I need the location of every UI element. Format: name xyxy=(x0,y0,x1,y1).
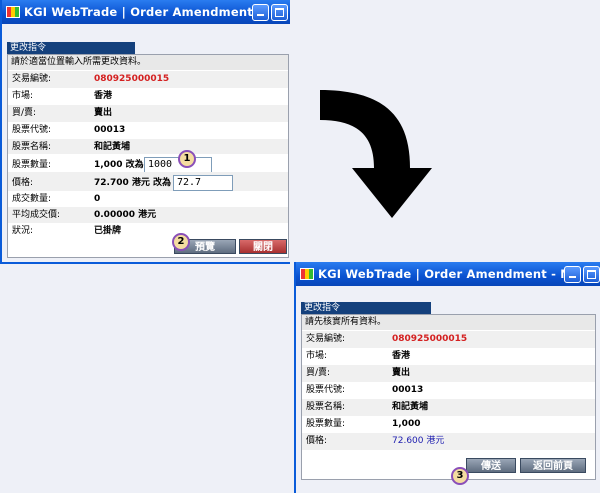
value-stock-code: 00013 xyxy=(392,385,424,395)
row-buy-sell: 買/賣: 賣出 xyxy=(8,105,288,122)
value-status: 已掛牌 xyxy=(94,226,122,236)
label-order-number: 交易編號: xyxy=(12,74,52,84)
price-input[interactable]: 72.7 xyxy=(173,175,233,191)
value-price: 72.700 xyxy=(94,178,129,188)
value-order-number: 080925000015 xyxy=(94,74,170,84)
row-market: 市場: 香港 xyxy=(302,348,595,365)
label-order-number: 交易編號: xyxy=(306,334,346,344)
app-icon xyxy=(6,6,20,18)
label-status: 狀況: xyxy=(12,226,34,236)
label-filled-quantity: 成交數量: xyxy=(12,194,52,204)
row-quantity: 股票數量: 1,000 xyxy=(302,416,595,433)
value-order-number: 080925000015 xyxy=(392,334,468,344)
value-stock-name: 和記黃埔 xyxy=(392,402,429,412)
row-stock-name: 股票名稱: 和記黃埔 xyxy=(302,399,595,416)
value-average-price: 0.00000 港元 xyxy=(94,210,157,220)
label-market: 市場: xyxy=(12,91,34,101)
change-to-label: 改為 xyxy=(125,160,144,170)
value-market: 香港 xyxy=(94,91,113,101)
label-stock-code: 股票代號: xyxy=(12,125,52,135)
step-marker-2: 2 xyxy=(172,233,190,251)
currency-change-to-label: 港元 改為 xyxy=(131,178,172,188)
minimize-icon[interactable] xyxy=(564,265,581,283)
label-quantity: 股票數量: xyxy=(306,419,346,429)
value-quantity: 1,000 xyxy=(392,419,421,429)
row-order-number: 交易編號: 080925000015 xyxy=(302,331,595,348)
order-amendment-window-before: KGI WebTrade | Order Amendment - Micros.… xyxy=(0,0,290,264)
window-title: KGI WebTrade | Order Amendment - Micros.… xyxy=(24,5,252,19)
order-form-panel: 請於適當位置輸入所需更改資料。 交易編號: 080925000015 市場: 香… xyxy=(7,54,289,258)
row-stock-code: 股票代號: 00013 xyxy=(302,382,595,399)
maximize-icon[interactable] xyxy=(583,265,600,283)
label-market: 市場: xyxy=(306,351,328,361)
instruction-text: 請先核實所有資料。 xyxy=(302,315,595,330)
row-stock-code: 股票代號: 00013 xyxy=(8,122,288,139)
row-price: 價格: 72.600 港元 xyxy=(302,433,595,450)
value-price: 72.600 港元 xyxy=(392,436,445,446)
label-price: 價格: xyxy=(306,436,328,446)
minimize-icon[interactable] xyxy=(252,3,269,21)
section-heading: 更改指令 xyxy=(7,42,135,54)
step-marker-1: 1 xyxy=(178,150,196,168)
confirm-panel: 請先核實所有資料。 交易編號: 080925000015 市場: 香港 買/賣:… xyxy=(301,314,596,480)
window-title: KGI WebTrade | Order Amendment - Micros.… xyxy=(318,267,564,281)
row-buy-sell: 買/賣: 賣出 xyxy=(302,365,595,382)
section-heading: 更改指令 xyxy=(301,302,431,314)
label-stock-code: 股票代號: xyxy=(306,385,346,395)
title-bar[interactable]: KGI WebTrade | Order Amendment - Micros.… xyxy=(296,262,600,286)
row-order-number: 交易編號: 080925000015 xyxy=(8,71,288,88)
value-buy-sell: 賣出 xyxy=(392,368,411,378)
value-market: 香港 xyxy=(392,351,411,361)
row-average-price: 平均成交價: 0.00000 港元 xyxy=(8,207,288,224)
value-buy-sell: 賣出 xyxy=(94,108,113,118)
back-button[interactable]: 返回前頁 xyxy=(520,458,586,473)
row-filled-quantity: 成交數量: 0 xyxy=(8,191,288,208)
label-average-price: 平均成交價: xyxy=(12,210,61,220)
order-amendment-window-after: KGI WebTrade | Order Amendment - Micros.… xyxy=(294,262,600,493)
title-bar[interactable]: KGI WebTrade | Order Amendment - Micros.… xyxy=(2,0,290,24)
label-stock-name: 股票名稱: xyxy=(306,402,346,412)
curved-arrow-icon xyxy=(320,90,432,218)
value-stock-code: 00013 xyxy=(94,125,126,135)
label-buy-sell: 買/賣: xyxy=(12,108,37,118)
maximize-icon[interactable] xyxy=(271,3,288,21)
close-button[interactable]: 關閉 xyxy=(239,239,287,254)
instruction-text: 請於適當位置輸入所需更改資料。 xyxy=(8,55,288,70)
label-buy-sell: 買/賣: xyxy=(306,368,331,378)
step-marker-3: 3 xyxy=(451,467,469,485)
value-quantity: 1,000 xyxy=(94,160,123,170)
app-icon xyxy=(300,268,314,280)
row-status: 狀況: 已掛牌 xyxy=(8,223,288,240)
value-filled-quantity: 0 xyxy=(94,194,101,204)
send-button[interactable]: 傳送 xyxy=(466,458,516,473)
row-market: 市場: 香港 xyxy=(8,88,288,105)
